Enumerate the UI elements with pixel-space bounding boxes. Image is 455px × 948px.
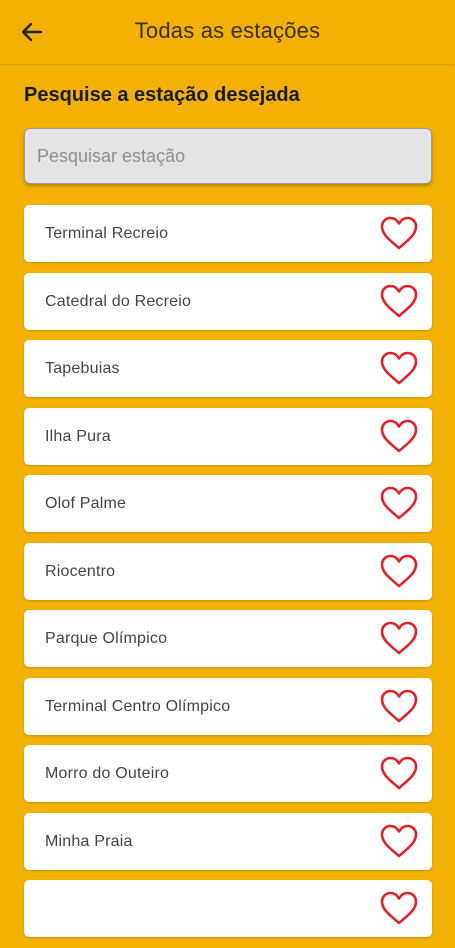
favorite-button[interactable] [378,282,420,320]
station-list: Terminal Recreio Catedral do Recreio Tapeb… [24,205,432,948]
station-item[interactable]: Olof Palme [24,475,432,532]
favorite-button[interactable] [378,552,420,590]
favorite-button[interactable] [378,822,420,860]
search-input[interactable] [35,144,431,168]
heart-outline-icon [380,621,418,655]
station-item[interactable]: Riocentro [24,542,432,600]
station-item[interactable]: Morro do Outeiro [24,745,432,802]
station-item[interactable]: Minha Praia [24,812,432,870]
favorite-button[interactable] [378,619,420,657]
search-heading: Pesquise a estação desejada [24,84,300,106]
heart-outline-icon [380,351,418,385]
station-item[interactable]: Terminal Recreio [24,205,432,262]
page-title: Todas as estações [134,18,321,43]
station-name: Terminal Recreio [45,225,169,242]
station-name: Olof Palme [45,495,127,512]
favorite-button[interactable] [378,889,420,927]
station-item[interactable]: Parque Olímpico [24,610,432,667]
heart-outline-icon [380,824,418,857]
station-name: Tapebuias [45,360,120,377]
favorite-button[interactable] [378,687,420,725]
station-item[interactable]: Catedral do Recreio [24,272,432,330]
station-item[interactable]: Ilha Pura [24,407,432,465]
favorite-button[interactable] [378,214,420,252]
heart-outline-icon [380,486,418,520]
station-name: Ilha Pura [45,427,111,445]
station-item[interactable] [24,880,432,937]
heart-outline-icon [380,689,418,722]
heart-outline-icon [380,756,418,790]
station-item[interactable]: Terminal Centro Olímpico [24,677,432,735]
station-name: Catedral do Recreio [45,292,192,310]
station-name: Riocentro [45,562,116,580]
heart-outline-icon [380,284,418,317]
station-name: Parque Olímpico [45,630,168,647]
heart-outline-icon [380,554,418,587]
search-field[interactable] [24,128,432,184]
favorite-button[interactable] [378,484,420,522]
heart-outline-icon [380,891,418,925]
favorite-button[interactable] [378,754,420,792]
favorite-button[interactable] [378,417,420,455]
station-item[interactable]: Tapebuias [24,340,432,397]
station-name: Terminal Centro Olímpico [45,697,231,715]
favorite-button[interactable] [378,349,420,387]
heart-outline-icon [380,419,418,452]
station-name: Minha Praia [45,832,133,850]
app-bar: Todas as estações [0,0,455,64]
heart-outline-icon [380,216,418,250]
station-name: Morro do Outeiro [45,765,170,782]
